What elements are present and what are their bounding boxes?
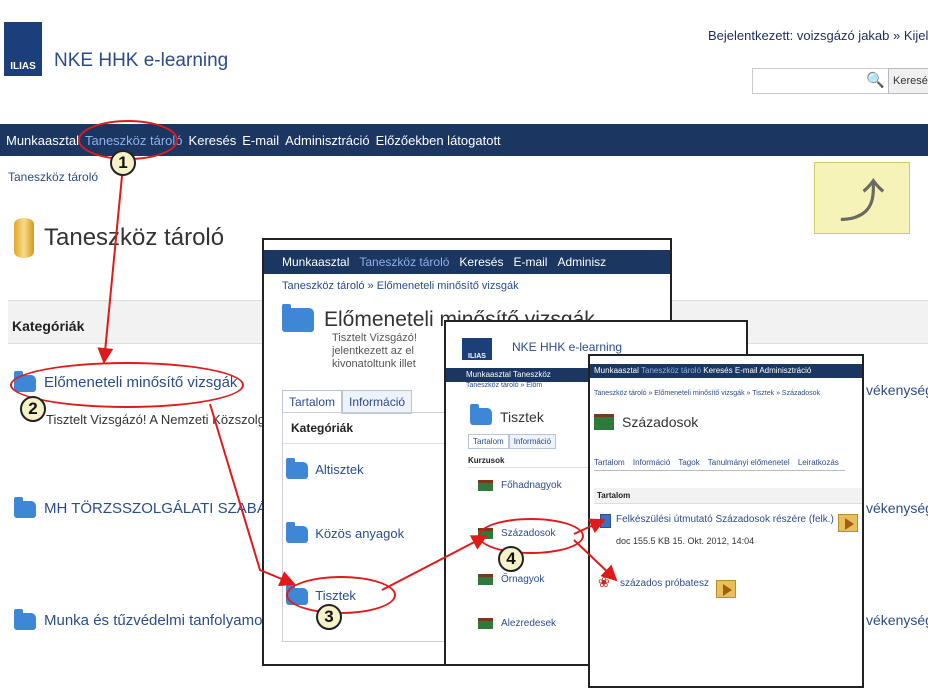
step-marker-4: 4 [498, 546, 524, 572]
step-marker-2: 2 [20, 396, 46, 422]
annotation-arrows [97, 175, 618, 591]
step-marker-1: 1 [110, 150, 136, 176]
arrow-2-to-3 [209, 403, 296, 587]
arrow-4-to-file [573, 518, 606, 535]
arrow-4-to-test [573, 539, 618, 582]
step-marker-3: 3 [316, 604, 342, 630]
arrow-3-to-4 [381, 535, 488, 591]
arrow-1-to-2 [97, 175, 123, 364]
